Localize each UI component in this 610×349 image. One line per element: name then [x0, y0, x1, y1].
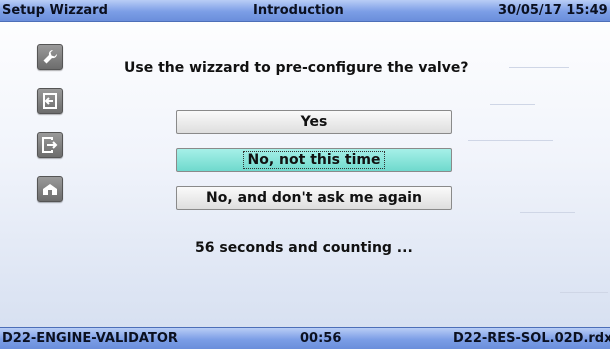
home-icon	[43, 184, 57, 195]
yes-button[interactable]: Yes	[176, 110, 452, 134]
title-bar: Setup Wizzard Introduction 30/05/17 15:4…	[0, 0, 610, 22]
exit-icon	[42, 137, 58, 153]
countdown-text: 56 seconds and counting ...	[195, 240, 413, 256]
divider	[509, 67, 569, 68]
enter-icon	[43, 93, 57, 109]
logout-button[interactable]	[37, 132, 63, 158]
divider	[560, 292, 608, 293]
timer: 00:56	[300, 331, 342, 346]
dont-ask-again-button[interactable]: No, and don't ask me again	[176, 186, 452, 210]
page-title: Introduction	[253, 3, 344, 18]
wrench-icon	[43, 49, 58, 64]
datetime: 30/05/17 15:49	[498, 3, 608, 18]
wizard-screen: Setup Wizzard Introduction 30/05/17 15:4…	[0, 0, 610, 349]
wizard-question: Use the wizzard to pre-configure the val…	[124, 60, 469, 76]
wizard-title: Setup Wizzard	[2, 3, 108, 18]
divider	[490, 104, 535, 105]
not-this-time-label: No, not this time	[242, 151, 386, 169]
status-bar: D22-ENGINE-VALIDATOR 00:56 D22-RES-SOL.0…	[0, 327, 610, 349]
dont-ask-again-label: No, and don't ask me again	[206, 190, 422, 206]
divider	[468, 140, 553, 141]
yes-label: Yes	[300, 114, 328, 130]
not-this-time-button[interactable]: No, not this time	[176, 148, 452, 172]
file-name: D22-RES-SOL.02D.rdx	[453, 331, 610, 346]
login-button[interactable]	[37, 88, 63, 114]
home-button[interactable]	[37, 176, 63, 202]
tools-button[interactable]	[37, 44, 63, 70]
device-name: D22-ENGINE-VALIDATOR	[2, 331, 178, 346]
divider	[520, 212, 575, 213]
